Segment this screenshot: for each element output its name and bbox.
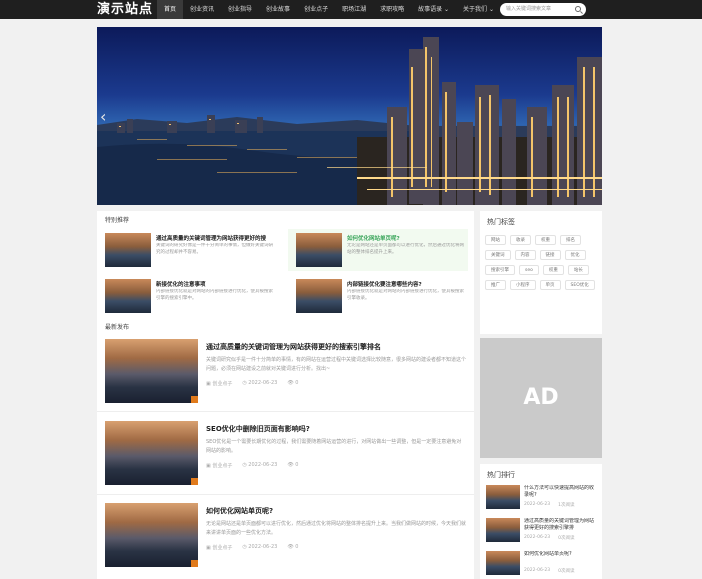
tag-link[interactable]: 关键词 (485, 250, 511, 260)
nav-item-job-hunting[interactable]: 求职攻略 (373, 0, 411, 19)
featured-thumbnail[interactable] (296, 233, 342, 267)
post-date: ◷ 2022-06-23 (242, 462, 278, 468)
hot-tags-title: 热门标签 (487, 218, 515, 226)
nav-item-home[interactable]: 首页 (157, 0, 184, 19)
nav-item-quotes-dropdown[interactable]: 故事语录 ⌄ (411, 0, 456, 19)
post-divider (97, 411, 474, 412)
post-meta: ▣ 创业点子 ◷ 2022-06-23 👁 0 (206, 380, 298, 387)
post-title[interactable]: SEO优化中删除旧页面有影响吗? (206, 424, 310, 434)
post-item: 通过高质量的关键词管理为网站获得更好的搜索引擎排名 关键词研究似乎是一件十分简单… (97, 335, 474, 418)
latest-section-title: 最新发布 (105, 324, 130, 331)
post-item: 如何优化网站单页呢? 无论是网站还是单页面都可以进行优化，然后通过优化将网站的整… (97, 499, 474, 579)
tag-link[interactable]: 优化 (564, 250, 586, 260)
tag-link[interactable]: 权重 (542, 265, 564, 275)
nav-item-startup-stories[interactable]: 创业故事 (259, 0, 297, 19)
featured-thumbnail[interactable] (105, 233, 151, 267)
rank-item-meta: 2022-06-23 0次阅读 (524, 535, 575, 541)
post-thumbnail[interactable] (105, 339, 198, 403)
post-meta: ▣ 创业点子 ◷ 2022-06-23 👁 0 (206, 544, 298, 551)
rank-thumbnail[interactable] (486, 485, 520, 509)
tag-link[interactable]: 排名 (560, 235, 581, 245)
site-logo[interactable]: 演示站点 (97, 0, 153, 19)
tag-link[interactable]: 小程序 (510, 280, 536, 290)
rank-thumbnail[interactable] (486, 551, 520, 575)
post-excerpt: 关键词研究似乎是一件十分简单的事情，有的网站在运营过程中关键词选择比较随意，很多… (206, 357, 466, 372)
main-menu: 首页 创业资讯 创业指导 创业故事 创业点子 职场江湖 求职攻略 故事语录 ⌄ … (157, 0, 501, 19)
featured-thumbnail[interactable] (296, 279, 342, 313)
view-count: 👁 0 (287, 462, 299, 468)
tag-link[interactable]: 链接 (539, 250, 561, 260)
nav-item-startup-guide[interactable]: 创业指导 (221, 0, 259, 19)
tag-link[interactable]: 权重 (535, 235, 556, 245)
search-icon[interactable] (575, 6, 581, 12)
featured-item-desc: 关键词的研究好像是一件十分简单的事情，但做好关键词研究的过程却并不容易。 (156, 243, 273, 255)
featured-item[interactable]: 内部链接优化要注意哪些内容? 内部链接优化就是对网站的内部链接进行优化，使其被搜… (288, 275, 468, 317)
featured-item-desc: 内部链接优化就是对网站的内部链接进行优化，使其被搜索引擎收录。 (347, 289, 464, 301)
post-title[interactable]: 如何优化网站单页呢? (206, 506, 273, 516)
tag-link[interactable]: SEO优化 (564, 280, 595, 290)
hot-tags-widget: 热门标签 网站 收录 权重 排名 关键词 内容 链接 优化 搜索引擎 seo 权… (480, 211, 602, 334)
hot-rank-widget: 热门排行 什么方法可以快速提高网站的收录呢? 2022-06-23 1次阅读 通过… (480, 464, 602, 579)
rank-item[interactable]: 通过高质量的关键词管理为网站获得更好的搜索引擎排 2022-06-23 0次阅读 (486, 518, 598, 546)
banner-prev-icon[interactable]: ‹ (100, 107, 112, 127)
tag-link[interactable]: 收录 (510, 235, 531, 245)
search-box[interactable]: 输入关键词搜索文章 (500, 3, 586, 16)
post-thumbnail[interactable] (105, 421, 198, 485)
featured-item-title[interactable]: 如何优化网站单页呢? (347, 234, 467, 242)
hero-banner[interactable]: ‹ (97, 27, 602, 205)
featured-item[interactable]: 通过高质量的关键词管理为网站获得更好的搜 关键词的研究好像是一件十分简单的事情，… (97, 229, 277, 271)
rank-item-title[interactable]: 通过高质量的关键词管理为网站获得更好的搜索引擎排 (524, 518, 596, 532)
post-date: ◷ 2022-06-23 (242, 380, 278, 386)
rank-item-meta: 2022-06-23 0次阅读 (524, 568, 575, 574)
nav-item-about-dropdown[interactable]: 关于我们 ⌄ (456, 0, 501, 19)
tag-link[interactable]: 站长 (567, 265, 589, 275)
rank-item-title[interactable]: 如何优化网站单页呢? (524, 551, 596, 565)
featured-section-title: 特别推荐 (105, 217, 130, 224)
rank-item[interactable]: 如何优化网站单页呢? 2022-06-23 0次阅读 (486, 551, 598, 579)
featured-item-desc: 内部链接优化就是对网站的内部链接进行优化，使其被搜索引擎的搜索引擎中。 (156, 289, 273, 301)
tag-link[interactable]: 搜索引擎 (485, 265, 515, 275)
rank-item-meta: 2022-06-23 1次阅读 (524, 502, 575, 508)
main-content: 特别推荐 通过高质量的关键词管理为网站获得更好的搜 关键词的研究好像是一件十分简… (97, 211, 474, 579)
category-link[interactable]: ▣ 创业点子 (206, 462, 232, 469)
featured-item[interactable]: 新接优化的注意事项 内部链接优化就是对网站的内部链接进行优化，使其被搜索引擎的搜… (97, 275, 277, 317)
tag-link[interactable]: 网站 (485, 235, 506, 245)
rank-item-title[interactable]: 什么方法可以快速提高网站的收录呢? (524, 485, 596, 499)
hot-rank-title: 热门排行 (487, 471, 515, 479)
nav-item-startup-news[interactable]: 创业资讯 (183, 0, 221, 19)
tag-cloud: 网站 收录 权重 排名 关键词 内容 链接 优化 搜索引擎 seo 权重 站长 … (485, 235, 599, 290)
view-count: 👁 0 (287, 380, 299, 386)
category-link[interactable]: ▣ 创业点子 (206, 544, 232, 551)
ad-label: AD (523, 385, 559, 410)
featured-item[interactable]: 如何优化网站单页呢? 无论是网站还是单页面都可以进行优化，然后通过优化将网站的整… (288, 229, 468, 271)
featured-item-title[interactable]: 内部链接优化要注意哪些内容? (347, 280, 467, 288)
featured-item-desc: 无论是网站还是单页面都可以进行优化，然后通过优化将网站的整体排名提升上来。 (347, 243, 464, 255)
view-count: 👁 0 (287, 544, 299, 550)
post-divider (97, 494, 474, 495)
city-skyline-image (97, 37, 602, 205)
rank-item[interactable]: 什么方法可以快速提高网站的收录呢? 2022-06-23 1次阅读 (486, 485, 598, 513)
top-navbar: 演示站点 首页 创业资讯 创业指导 创业故事 创业点子 职场江湖 求职攻略 故事… (0, 0, 702, 19)
featured-item-title[interactable]: 通过高质量的关键词管理为网站获得更好的搜 (156, 234, 276, 242)
featured-thumbnail[interactable] (105, 279, 151, 313)
post-thumbnail[interactable] (105, 503, 198, 567)
post-excerpt: 无论是网站还是单页面都可以进行优化，然后通过优化将网站的整体排名提升上来。当我们… (206, 521, 466, 536)
rank-thumbnail[interactable] (486, 518, 520, 542)
tag-link[interactable]: 单页 (539, 280, 561, 290)
search-input[interactable]: 输入关键词搜索文章 (506, 3, 551, 16)
tag-link[interactable]: seo (519, 265, 539, 275)
category-link[interactable]: ▣ 创业点子 (206, 380, 232, 387)
post-meta: ▣ 创业点子 ◷ 2022-06-23 👁 0 (206, 462, 298, 469)
ad-banner[interactable]: AD (480, 338, 602, 458)
post-excerpt: SEO优化是一个需要长期优化的过程，我们需要随着网站运营的进行，对网站做出一些调… (206, 439, 462, 454)
post-title[interactable]: 通过高质量的关键词管理为网站获得更好的搜索引擎排名 (206, 342, 381, 352)
post-date: ◷ 2022-06-23 (242, 544, 278, 550)
tag-link[interactable]: 内容 (514, 250, 536, 260)
nav-item-workplace[interactable]: 职场江湖 (335, 0, 373, 19)
featured-item-title[interactable]: 新接优化的注意事项 (156, 280, 276, 288)
nav-item-startup-ideas[interactable]: 创业点子 (297, 0, 335, 19)
post-item: SEO优化中删除旧页面有影响吗? SEO优化是一个需要长期优化的过程，我们需要随… (97, 417, 474, 500)
tag-link[interactable]: 推广 (485, 280, 506, 290)
